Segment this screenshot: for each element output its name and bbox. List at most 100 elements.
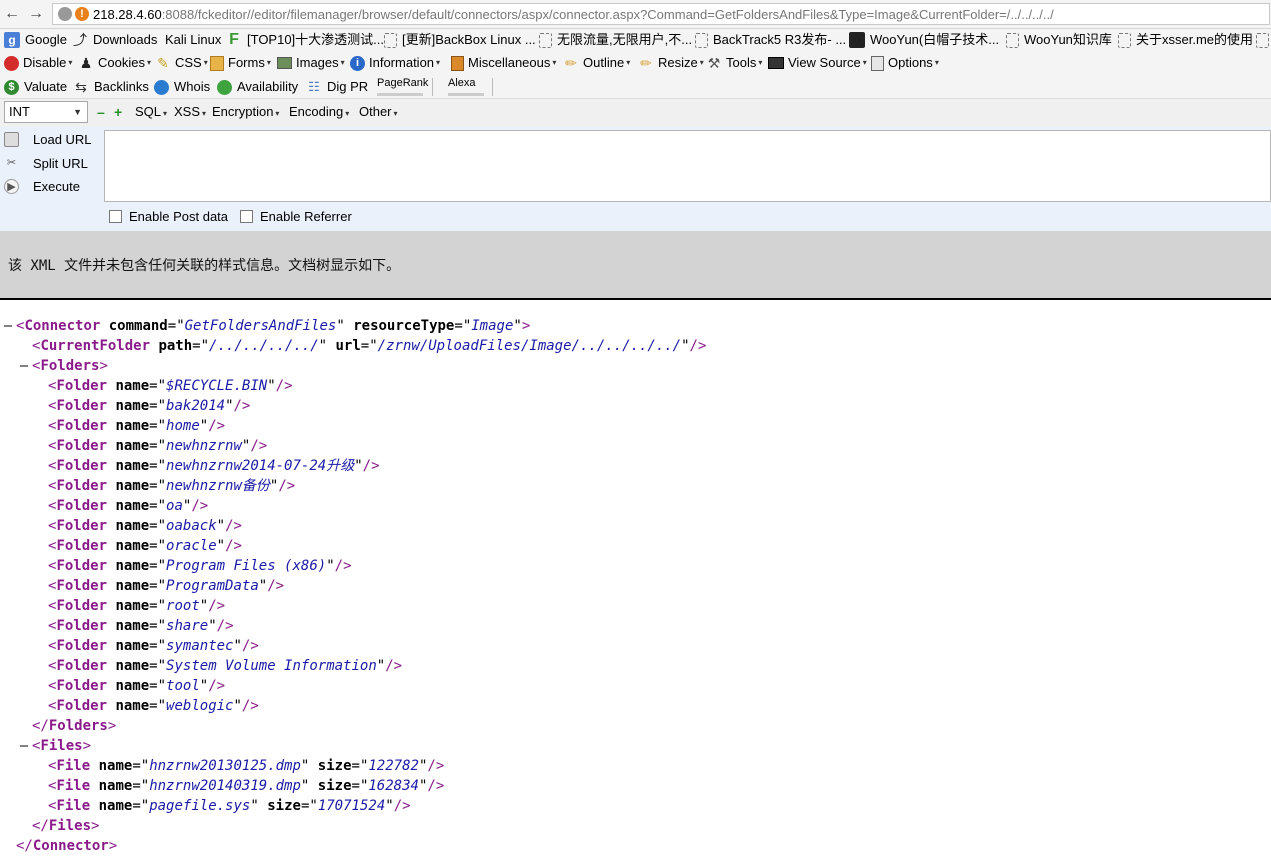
- seo-toolbar: $ Valuate ⇆ Backlinks Whois Availability ☷…: [0, 75, 1271, 99]
- xml-file-row: <File name="pagefile.sys" size="17071524…: [0, 796, 706, 816]
- xml-bracket: />: [427, 778, 445, 794]
- bookmark-wooyun[interactable]: WooYun(白帽子技术...: [849, 31, 999, 49]
- availability-button[interactable]: Availability: [217, 78, 298, 96]
- disable-menu[interactable]: Disable ▾: [4, 54, 72, 72]
- alexa-widget[interactable]: Alexa: [446, 77, 486, 97]
- css-menu[interactable]: ✎ CSS ▾: [155, 54, 208, 72]
- valuate-button[interactable]: $ Valuate: [4, 78, 67, 96]
- xml-equals: =: [149, 658, 158, 674]
- xss-menu[interactable]: XSS ▾: [174, 104, 206, 119]
- page-icon: [1256, 32, 1269, 48]
- cookies-menu[interactable]: ♟ Cookies ▾: [78, 54, 151, 72]
- url-field[interactable]: ! 218.28.4.60:8088/fckeditor//editor/fil…: [52, 3, 1270, 25]
- backlinks-button[interactable]: ⇆ Backlinks: [73, 78, 149, 96]
- menu-label: Disable: [23, 55, 67, 70]
- xml-tag-name: Folders: [40, 358, 100, 374]
- xml-tag-name: Folder: [56, 498, 108, 514]
- bookmark-label: Google: [25, 32, 67, 47]
- url-text[interactable]: 218.28.4.60:8088/fckeditor//editor/filem…: [93, 7, 1054, 22]
- outline-menu[interactable]: ✏ Outline ▾: [563, 54, 630, 72]
- divider: [0, 298, 1271, 300]
- execute-button[interactable]: ▶ Execute: [4, 176, 80, 196]
- enable-post-checkbox[interactable]: Enable Post data: [109, 209, 228, 224]
- menu-label: XSS: [174, 104, 201, 119]
- bookmark-top10[interactable]: F [TOP10]十大渗透测试...: [226, 31, 384, 49]
- plus-icon[interactable]: +: [114, 105, 122, 119]
- xml-quote: ": [216, 518, 226, 534]
- other-menu[interactable]: Other ▾: [359, 104, 398, 119]
- xml-folder-row: <Folder name="oaback"/>: [0, 516, 706, 536]
- options-menu[interactable]: Options ▾: [871, 54, 939, 72]
- hackbar-url-textarea[interactable]: [104, 130, 1271, 202]
- checkbox-box[interactable]: [240, 210, 253, 223]
- xml-folder-row: <Folder name="newhnzrnw"/>: [0, 436, 706, 456]
- dropdown-caret-icon: ▾: [699, 58, 704, 67]
- encryption-menu[interactable]: Encryption ▾: [212, 104, 279, 119]
- tools-menu[interactable]: ⚒ Tools ▾: [706, 54, 763, 72]
- globe-icon[interactable]: [58, 7, 72, 21]
- split-url-button[interactable]: ✂ Split URL: [4, 153, 88, 173]
- dig-pr-button[interactable]: ☷ Dig PR: [306, 78, 368, 96]
- hackbar-type-select[interactable]: INT ▼: [4, 101, 88, 123]
- bookmark-overflow[interactable]: [1256, 31, 1271, 49]
- seo-label: Backlinks: [94, 79, 149, 94]
- xml-attr-name: name: [98, 758, 133, 774]
- encoding-menu[interactable]: Encoding ▾: [289, 104, 349, 119]
- xml-bracket: />: [225, 518, 242, 534]
- back-arrow-icon[interactable]: ←: [3, 5, 21, 23]
- url-path: :8088/fckeditor//editor/filemanager/brow…: [161, 7, 1054, 22]
- bookmark-backbox[interactable]: [更新]BackBox Linux ...: [384, 31, 536, 49]
- miscellaneous-menu[interactable]: Miscellaneous ▾: [451, 54, 556, 72]
- xml-folder-row: <Folder name="Program Files (x86)"/>: [0, 556, 706, 576]
- xml-tag-name: File: [56, 758, 91, 774]
- xml-folder-row: <Folder name="tool"/>: [0, 676, 706, 696]
- xml-folder-row: <Folder name="newhnzrnw2014-07-24升级"/>: [0, 456, 706, 476]
- bookmark-wooyun-kb[interactable]: WooYun知识库: [1006, 31, 1112, 49]
- menu-label: Images: [296, 55, 339, 70]
- forms-menu[interactable]: Forms ▾: [210, 54, 271, 72]
- collapse-toggle-icon[interactable]: –: [2, 316, 14, 336]
- collapse-toggle-icon[interactable]: –: [18, 736, 30, 756]
- xml-tag-name: Folders: [48, 718, 108, 734]
- sql-menu[interactable]: SQL ▾: [135, 104, 167, 119]
- xml-folder-row: <Folder name="newhnzrnw备份"/>: [0, 476, 706, 496]
- information-menu[interactable]: i Information ▾: [350, 54, 440, 72]
- forward-arrow-icon[interactable]: →: [27, 5, 45, 23]
- xml-folder-row: <Folder name="System Volume Information"…: [0, 656, 706, 676]
- bookmark-label: Downloads: [93, 32, 158, 47]
- collapse-toggle-icon[interactable]: –: [18, 356, 30, 376]
- bookmark-xsser[interactable]: 关于xsser.me的使用: [1118, 31, 1253, 49]
- xml-equals: =: [149, 498, 158, 514]
- resize-menu[interactable]: ✏ Resize ▾: [638, 54, 704, 72]
- checkbox-label: Enable Referrer: [260, 209, 352, 224]
- checkbox-box[interactable]: [109, 210, 122, 223]
- load-url-button[interactable]: Load URL: [4, 129, 92, 149]
- menu-label: Tools: [726, 55, 757, 70]
- xml-quote: ": [225, 398, 234, 414]
- xml-bracket: />: [208, 598, 226, 614]
- xml-attr-value: newhnzrnw: [166, 438, 242, 454]
- images-menu[interactable]: Images ▾: [277, 54, 345, 72]
- xml-attr-name: name: [115, 458, 150, 474]
- xml-files-open: – <Files>: [0, 736, 706, 756]
- bookmark-google[interactable]: g Google: [4, 31, 67, 49]
- bookmark-unlimited[interactable]: 无限流量,无限用户,不...: [539, 31, 692, 49]
- bookmark-downloads[interactable]: ⤴ Downloads: [72, 31, 157, 49]
- enable-referrer-checkbox[interactable]: Enable Referrer: [240, 209, 352, 224]
- xml-attr-value: tool: [166, 678, 200, 694]
- xml-quote: ": [267, 378, 276, 394]
- minus-icon[interactable]: –: [97, 105, 105, 119]
- view-source-menu[interactable]: View Source ▾: [768, 54, 867, 72]
- bookmark-kali[interactable]: Kali Linux: [165, 31, 221, 49]
- dropdown-caret-icon: ▾: [758, 58, 763, 67]
- xml-connector-open: – <Connector command="GetFoldersAndFiles"…: [0, 316, 706, 336]
- dropdown-caret-icon: ▾: [340, 58, 345, 67]
- xml-quote: ": [157, 538, 167, 554]
- warning-icon[interactable]: !: [75, 7, 89, 21]
- xml-quote: ": [385, 798, 394, 814]
- pagerank-widget[interactable]: PageRank: [375, 77, 428, 97]
- xml-quote: ": [309, 798, 318, 814]
- whois-button[interactable]: Whois: [154, 78, 210, 96]
- bookmark-backtrack[interactable]: BackTrack5 R3发布- ...: [695, 31, 846, 49]
- xml-attr-value: 17071524: [317, 798, 386, 814]
